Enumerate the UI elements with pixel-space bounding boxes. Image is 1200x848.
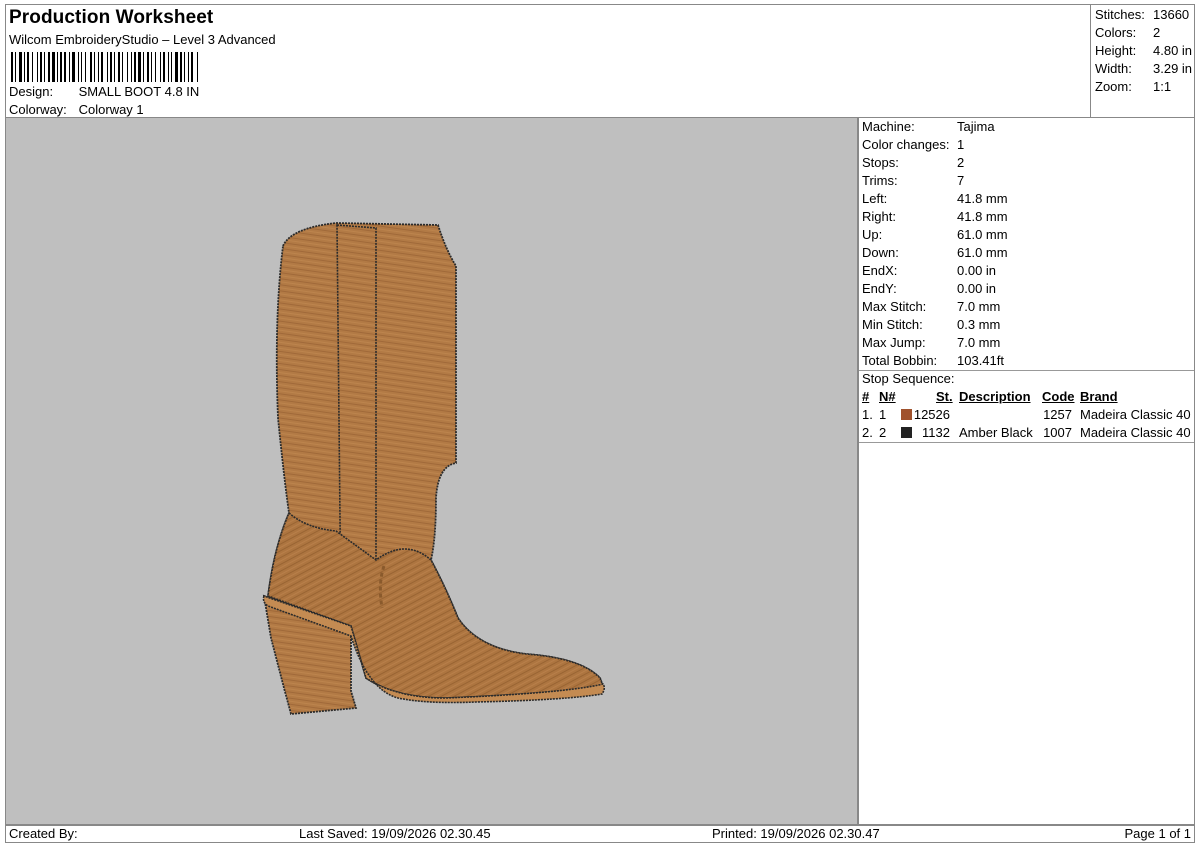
thread-color-swatch	[901, 427, 912, 438]
info-label: Max Jump:	[862, 335, 926, 350]
stop-sequence-title: Stop Sequence:	[862, 371, 955, 386]
created-by: Created By:	[9, 826, 78, 841]
machine-info-row: Up: 61.0 mm	[862, 226, 1008, 244]
thread-color-swatch	[901, 409, 912, 420]
zoom-stat: Zoom: 1:1	[1095, 79, 1171, 94]
info-value: 0.00 in	[957, 263, 997, 278]
info-value: 7.0 mm	[957, 335, 1001, 350]
height-value: 4.80 in	[1153, 43, 1193, 58]
seq-stitches: 12526	[913, 407, 950, 422]
info-label: Color changes:	[862, 137, 950, 152]
seq-header-needle: N#	[879, 389, 896, 404]
machine-info-row: Min Stitch: 0.3 mm	[862, 316, 1000, 334]
design-summary: Stitches: 13660 Colors: 2 Height: 4.80 in W…	[1090, 4, 1195, 118]
software-name: Wilcom EmbroideryStudio – Level 3 Advanc…	[9, 32, 276, 47]
boot-embroidery	[262, 222, 606, 715]
width-label: Width:	[1095, 61, 1132, 76]
info-value: 41.8 mm	[957, 191, 1008, 206]
worksheet-header: Production Worksheet Wilcom EmbroiderySt…	[5, 4, 1090, 118]
seq-header-brand: Brand	[1080, 389, 1118, 404]
height-label: Height:	[1095, 43, 1137, 58]
info-label: Total Bobbin:	[862, 353, 938, 368]
info-label: EndX:	[862, 263, 898, 278]
seq-brand: Madeira Classic 40	[1080, 425, 1191, 440]
machine-info-row: Color changes: 1	[862, 136, 964, 154]
colors-stat: Colors: 2	[1095, 25, 1160, 40]
info-label: Left:	[862, 191, 888, 206]
stitches-stat: Stitches: 13660	[1095, 7, 1189, 22]
seq-needle: 1	[879, 407, 887, 422]
printed-date: Printed: 19/09/2026 02.30.47	[712, 826, 880, 841]
info-value: 103.41ft	[957, 353, 1004, 368]
machine-info-row: Down: 61.0 mm	[862, 244, 1008, 262]
stitches-label: Stitches:	[1095, 7, 1145, 22]
seq-needle: 2	[879, 425, 887, 440]
machine-info-row: Stops: 2	[862, 154, 964, 172]
barcode-icon	[11, 52, 198, 82]
info-value: 0.00 in	[957, 281, 997, 296]
page-title: Production Worksheet	[9, 7, 214, 28]
colors-value: 2	[1153, 25, 1161, 40]
machine-info-row: Total Bobbin: 103.41ft	[862, 352, 1004, 370]
page-number: Page 1 of 1	[1124, 826, 1192, 841]
machine-info-row: Left: 41.8 mm	[862, 190, 1008, 208]
seq-brand: Madeira Classic 40	[1080, 407, 1191, 422]
design-value: SMALL BOOT 4.8 IN	[78, 84, 200, 99]
machine-info-row: Right: 41.8 mm	[862, 208, 1008, 226]
info-value: 0.3 mm	[957, 317, 1001, 332]
seq-header-code: Code	[1042, 389, 1075, 404]
width-value: 3.29 in	[1153, 61, 1193, 76]
info-label: Max Stitch:	[862, 299, 927, 314]
seq-num: 1.	[862, 407, 873, 422]
info-value: 41.8 mm	[957, 209, 1008, 224]
info-label: Right:	[862, 209, 896, 224]
colorway-label: Colorway:	[9, 102, 67, 117]
height-stat: Height: 4.80 in	[1095, 43, 1192, 58]
design-label: Design:	[9, 84, 54, 99]
design-row: Design: SMALL BOOT 4.8 IN	[9, 84, 199, 99]
seq-header-stitches: St.	[936, 389, 953, 404]
info-label: Min Stitch:	[862, 317, 923, 332]
info-value: 7	[957, 173, 965, 188]
machine-info-row: EndY: 0.00 in	[862, 280, 996, 298]
info-value: 1	[957, 137, 965, 152]
info-label: Stops:	[862, 155, 899, 170]
production-worksheet: Production Worksheet Wilcom EmbroiderySt…	[0, 0, 1200, 848]
info-label: Down:	[862, 245, 899, 260]
machine-info-row: EndX: 0.00 in	[862, 262, 996, 280]
info-label: Up:	[862, 227, 883, 242]
machine-info-row: Max Jump: 7.0 mm	[862, 334, 1000, 352]
machine-info-row: Trims: 7	[862, 172, 964, 190]
info-label: Trims:	[862, 173, 898, 188]
section-divider-bottom	[859, 442, 1194, 443]
width-stat: Width: 3.29 in	[1095, 61, 1192, 76]
seq-header-description: Description	[959, 389, 1031, 404]
seq-code: 1257	[1043, 407, 1072, 422]
info-value: Tajima	[957, 119, 995, 134]
colorway-row: Colorway: Colorway 1	[9, 102, 144, 117]
machine-info-row: Max Stitch: 7.0 mm	[862, 298, 1000, 316]
seq-code: 1007	[1043, 425, 1072, 440]
stitches-value: 13660	[1153, 7, 1190, 22]
colors-label: Colors:	[1095, 25, 1137, 40]
zoom-value: 1:1	[1153, 79, 1172, 94]
machine-info-panel: Machine: Tajima Color changes: 1 Stops: 2 Trim…	[858, 118, 1195, 825]
machine-info-row: Machine: Tajima	[862, 118, 995, 136]
seq-description: Amber Black	[959, 425, 1033, 440]
info-value: 61.0 mm	[957, 227, 1008, 242]
colorway-value: Colorway 1	[78, 102, 144, 117]
info-value: 7.0 mm	[957, 299, 1001, 314]
info-label: Machine:	[862, 119, 915, 134]
info-value: 61.0 mm	[957, 245, 1008, 260]
seq-num: 2.	[862, 425, 873, 440]
seq-header-num: #	[862, 389, 870, 404]
info-value: 2	[957, 155, 965, 170]
last-saved: Last Saved: 19/09/2026 02.30.45	[299, 826, 491, 841]
design-canvas	[5, 118, 858, 825]
info-label: EndY:	[862, 281, 897, 296]
seq-stitches: 1132	[922, 425, 950, 440]
zoom-label: Zoom:	[1095, 79, 1132, 94]
worksheet-footer: Created By: Last Saved: 19/09/2026 02.30…	[5, 825, 1195, 843]
